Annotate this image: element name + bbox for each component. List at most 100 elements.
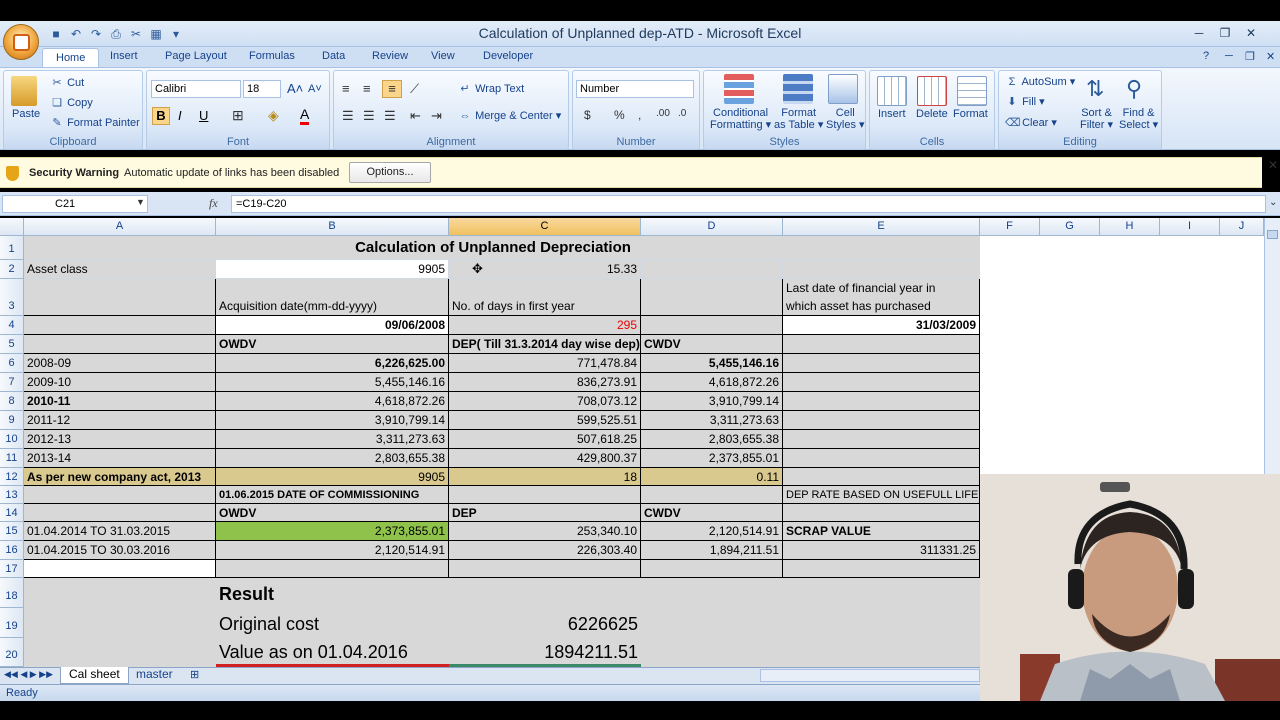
cell-e13[interactable]: DEP RATE BASED ON USEFULL LIFE (783, 486, 980, 504)
cell-b11[interactable]: 2,803,655.38 (216, 449, 449, 468)
tab-review[interactable]: Review (366, 50, 414, 62)
increase-decimal-icon[interactable]: .00 (656, 108, 670, 119)
cell-d17[interactable] (641, 560, 783, 578)
cell-c10[interactable]: 507,618.25 (449, 430, 641, 449)
office-button[interactable] (3, 24, 39, 60)
format-as-table-button[interactable]: Format as Table ▾ (774, 107, 823, 131)
save-icon[interactable]: ■ (48, 26, 64, 42)
cell-d2[interactable] (641, 260, 783, 279)
sheet-tab-cal-sheet[interactable]: Cal sheet (60, 667, 129, 684)
cell-d13[interactable] (641, 486, 783, 504)
autosum-button[interactable]: Σ AutoSum ▾ (1005, 75, 1076, 89)
cell-a14[interactable] (24, 504, 216, 522)
find-select-button[interactable]: Find & Select ▾ (1119, 107, 1158, 131)
name-box[interactable]: C21 (2, 195, 148, 213)
original-cost-value[interactable]: 6226625 (449, 608, 641, 638)
row-header[interactable]: 8 (0, 392, 24, 411)
vertical-scrollbar[interactable] (1264, 218, 1280, 474)
sheet-tab-master[interactable]: master (128, 667, 181, 684)
bold-button[interactable]: B (152, 107, 170, 125)
cell-c8[interactable]: 708,073.12 (449, 392, 641, 411)
cut-button[interactable]: ✂ Cut (50, 76, 84, 90)
row-header[interactable]: 20 (0, 638, 24, 667)
formula-input[interactable]: =C19-C20 (231, 195, 1266, 213)
tab-insert[interactable]: Insert (104, 50, 144, 62)
close-icon[interactable]: ✕ (1238, 23, 1264, 43)
row-header[interactable]: 13 (0, 486, 24, 504)
horizontal-scrollbar[interactable] (760, 669, 980, 682)
italic-button[interactable]: I (178, 108, 182, 123)
expand-formula-icon[interactable]: ⌄ (1269, 197, 1277, 208)
col-header-j[interactable]: J (1220, 218, 1264, 236)
cell-e15[interactable]: SCRAP VALUE (783, 522, 980, 541)
row-header[interactable]: 2 (0, 260, 24, 279)
align-middle-icon[interactable]: ≡ (363, 81, 371, 96)
col-header-b[interactable]: B (216, 218, 449, 236)
row-header[interactable]: 11 (0, 449, 24, 468)
cell-b4[interactable]: 09/06/2008 (216, 316, 449, 335)
cell-b7[interactable]: 5,455,146.16 (216, 373, 449, 392)
col-header-e[interactable]: E (783, 218, 980, 236)
align-top-icon[interactable]: ≡ (342, 81, 350, 96)
row-header[interactable]: 1 (0, 236, 24, 260)
cell-a10[interactable]: 2012-13 (24, 430, 216, 449)
cell-e6[interactable] (783, 354, 980, 373)
cell-a11[interactable]: 2013-14 (24, 449, 216, 468)
cell-b10[interactable]: 3,311,273.63 (216, 430, 449, 449)
col-header-i[interactable]: I (1160, 218, 1220, 236)
row-header[interactable]: 6 (0, 354, 24, 373)
cell-e14[interactable] (783, 504, 980, 522)
sheet-nav-icons[interactable]: ◀◀ ◀ ▶ ▶▶ (4, 669, 53, 680)
cell-d9[interactable]: 3,311,273.63 (641, 411, 783, 430)
comma-button[interactable]: , (638, 108, 641, 122)
align-left-icon[interactable]: ☰ (342, 108, 354, 124)
cell-a5[interactable] (24, 335, 216, 354)
cell-c11[interactable]: 429,800.37 (449, 449, 641, 468)
grow-font-icon[interactable]: A˄ (287, 81, 303, 96)
cell-b13[interactable]: 01.06.2015 DATE OF COMMISSIONING (216, 486, 449, 504)
scroll-up-icon[interactable] (1267, 230, 1278, 239)
cell-c6[interactable]: 771,478.84 (449, 354, 641, 373)
paste-icon[interactable] (11, 76, 37, 106)
row-header[interactable]: 18 (0, 578, 24, 608)
row-header[interactable]: 4 (0, 316, 24, 335)
cell-e10[interactable] (783, 430, 980, 449)
fx-icon[interactable]: fx (209, 196, 218, 211)
cell-b2[interactable]: 9905 (216, 260, 449, 279)
undo-icon[interactable]: ↶ (68, 26, 84, 42)
decrease-indent-icon[interactable]: ⇤ (410, 108, 421, 124)
shrink-font-icon[interactable]: A˅ (308, 83, 322, 95)
col-header-a[interactable]: A (24, 218, 216, 236)
cell-d16[interactable]: 1,894,211.51 (641, 541, 783, 560)
row-header[interactable]: 5 (0, 335, 24, 354)
cell-e11[interactable] (783, 449, 980, 468)
cell-b17[interactable] (216, 560, 449, 578)
col-header-h[interactable]: H (1100, 218, 1160, 236)
cell-d14[interactable]: CWDV (641, 504, 783, 522)
cell-a6[interactable]: 2008-09 (24, 354, 216, 373)
row-header[interactable]: 15 (0, 522, 24, 541)
cell-d6[interactable]: 5,455,146.16 (641, 354, 783, 373)
cell-a12[interactable]: As per new company act, 2013 (24, 468, 216, 486)
cell-b12[interactable]: 9905 (216, 468, 449, 486)
cell-b9[interactable]: 3,910,799.14 (216, 411, 449, 430)
wb-restore-icon[interactable]: ❐ (1245, 50, 1255, 63)
col-header-c[interactable]: C (449, 218, 641, 236)
tab-view[interactable]: View (425, 50, 461, 62)
cell-a4[interactable] (24, 316, 216, 335)
copy-button[interactable]: ❏ Copy (50, 96, 93, 110)
row-header[interactable]: 12 (0, 468, 24, 486)
currency-button[interactable]: $ (584, 108, 591, 122)
format-icon[interactable]: ✂ (128, 26, 144, 42)
cell-a7[interactable]: 2009-10 (24, 373, 216, 392)
fill-button[interactable]: ⬇ Fill ▾ (1005, 95, 1044, 109)
underline-button[interactable]: U (199, 108, 208, 123)
cell-c4[interactable]: 295 (449, 316, 641, 335)
cell-a15[interactable]: 01.04.2014 TO 31.03.2015 (24, 522, 216, 541)
wb-close-icon[interactable]: ✕ (1266, 50, 1275, 63)
cell-c15[interactable]: 253,340.10 (449, 522, 641, 541)
cell-b3[interactable]: Acquisition date(mm-dd-yyyy) (216, 279, 449, 316)
increase-indent-icon[interactable]: ⇥ (431, 108, 442, 124)
fill-color-icon[interactable]: ◈ (268, 107, 279, 124)
orientation-icon[interactable]: ⟋ (410, 81, 419, 97)
